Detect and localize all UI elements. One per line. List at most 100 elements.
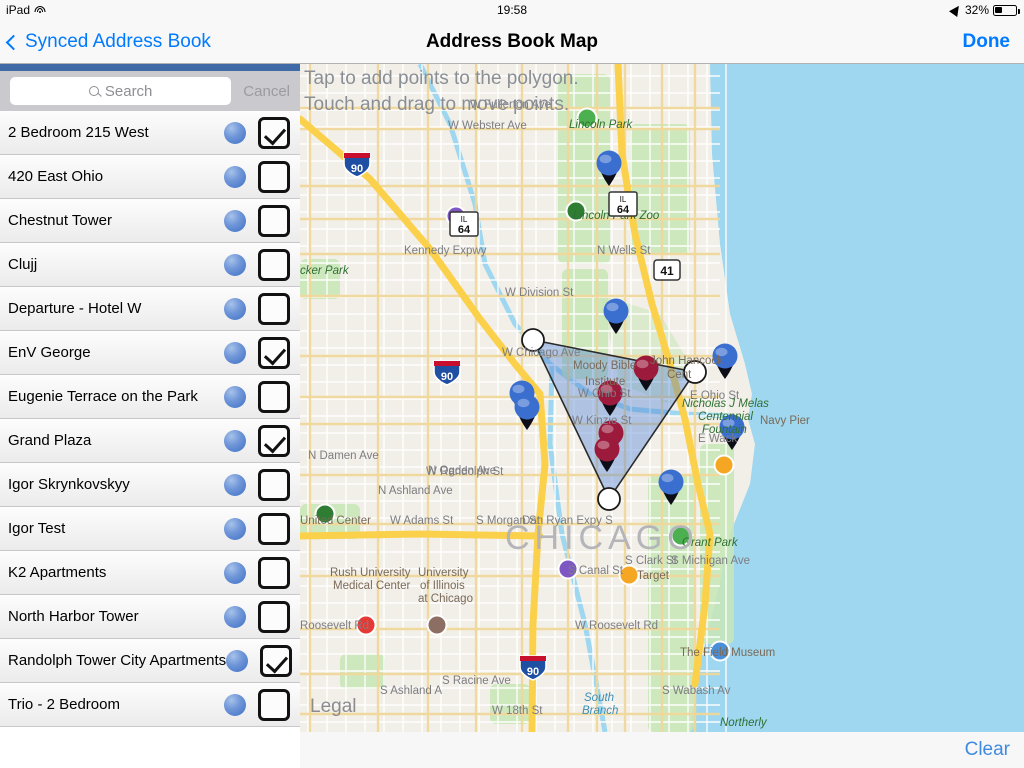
pin-color-dot — [224, 517, 246, 540]
status-bar-right: 32% — [949, 3, 1020, 17]
list-item-label: Igor Skrynkovskyy — [8, 476, 130, 493]
done-button[interactable]: Done — [963, 20, 1011, 64]
location-arrow-icon — [949, 3, 963, 17]
map-label: Target — [637, 570, 670, 582]
map-view[interactable]: W Fullerton Ave W Webster Ave Lincoln Park… — [300, 64, 1024, 732]
pin-color-dot — [224, 253, 246, 276]
list-item-label: EnV George — [8, 344, 91, 361]
pin-color-dot — [224, 209, 246, 232]
map-label: W Adams St — [390, 515, 454, 527]
list-item[interactable]: North Harbor Tower — [0, 595, 300, 639]
clear-button[interactable]: Clear — [965, 732, 1010, 768]
list-item[interactable]: EnV George — [0, 331, 300, 375]
list-item[interactable]: 420 East Ohio — [0, 155, 300, 199]
map-label: Branch — [582, 705, 618, 717]
list-item-checkbox[interactable] — [258, 116, 290, 149]
sidebar-accent-bar — [0, 64, 300, 71]
list-item-checkbox[interactable] — [258, 204, 290, 237]
list-item-checkbox[interactable] — [258, 424, 290, 457]
map-label: John Hancock — [650, 355, 723, 367]
list-item-checkbox[interactable] — [258, 292, 290, 325]
map-label: S Racine Ave — [442, 675, 511, 687]
list-item[interactable]: 2 Bedroom 215 West — [0, 111, 300, 155]
list-item[interactable]: Departure - Hotel W — [0, 287, 300, 331]
map-label: W Fullerton Ave — [470, 99, 551, 111]
list-item-label: Chestnut Tower — [8, 212, 112, 229]
pin-color-dot — [224, 385, 246, 408]
list-item-checkbox[interactable] — [258, 380, 290, 413]
polygon-vertex-handle[interactable] — [597, 487, 621, 511]
list-item-checkbox[interactable] — [258, 512, 290, 545]
pin-color-dot — [224, 605, 246, 628]
map-label: cker Park — [300, 265, 350, 277]
list-item[interactable]: Grand Plaza — [0, 419, 300, 463]
list-item-label: 2 Bedroom 215 West — [8, 124, 149, 141]
list-item-checkbox[interactable] — [258, 556, 290, 589]
list-item[interactable]: Trio - 2 Bedroom — [0, 683, 300, 727]
map-city-label: CHICAGO — [505, 519, 699, 557]
list-item[interactable]: Chestnut Tower — [0, 199, 300, 243]
list-item[interactable]: Randolph Tower City Apartments — [0, 639, 300, 683]
list-item-checkbox[interactable] — [258, 336, 290, 369]
route-shield-64: IL64 — [449, 211, 479, 237]
map-label: N Damen Ave — [308, 450, 379, 462]
list-item[interactable]: Eugenie Terrace on the Park — [0, 375, 300, 419]
list-item[interactable]: Clujj — [0, 243, 300, 287]
list-item-label: Trio - 2 Bedroom — [8, 696, 120, 713]
map-label: W Division St — [505, 287, 574, 299]
address-book-sidebar: Search Cancel 2 Bedroom 215 West 420 East… — [0, 64, 300, 768]
map-label: Medical Center — [333, 580, 411, 592]
list-item-label: Igor Test — [8, 520, 66, 537]
list-item-checkbox[interactable] — [258, 600, 290, 633]
map-label: Nicholas J Melas — [682, 398, 769, 410]
list-item[interactable]: Igor Test — [0, 507, 300, 551]
map-label: University — [418, 567, 469, 579]
map-label: Centennial — [698, 411, 753, 423]
pin-color-dot — [224, 473, 246, 496]
map-label: W Randolph St — [426, 466, 504, 478]
map-label: The Field Museum — [680, 647, 775, 659]
pin-color-dot — [226, 649, 249, 672]
map-label: South — [584, 692, 614, 704]
search-placeholder: Search — [104, 82, 153, 100]
map-label: Rush University — [330, 567, 411, 579]
list-item-label: K2 Apartments — [8, 564, 107, 581]
map-label: Institute — [585, 376, 625, 388]
address-list: 2 Bedroom 215 West 420 East Ohio Chestnut … — [0, 111, 300, 727]
list-item[interactable]: K2 Apartments — [0, 551, 300, 595]
list-item-label: Eugenie Terrace on the Park — [8, 388, 198, 405]
svg-text:64: 64 — [617, 204, 630, 216]
map-label: W 18th St — [492, 705, 543, 717]
svg-text:90: 90 — [441, 371, 453, 383]
list-item-checkbox[interactable] — [258, 688, 290, 721]
pin-color-dot — [224, 121, 246, 144]
map-label: Cent — [667, 369, 692, 381]
map-label: N Ashland Ave — [378, 485, 453, 497]
svg-text:IL: IL — [620, 195, 627, 204]
status-bar-time: 19:58 — [496, 3, 528, 17]
svg-text:90: 90 — [351, 163, 363, 175]
pin-color-dot — [224, 693, 246, 716]
list-item-checkbox[interactable] — [260, 644, 293, 677]
list-item-label: Randolph Tower City Apartments — [8, 652, 227, 669]
svg-text:90: 90 — [527, 666, 539, 678]
map-label: United Center — [300, 515, 371, 527]
list-item-checkbox[interactable] — [258, 468, 290, 501]
sidebar-footer — [0, 732, 300, 768]
map-label: S Ashland A — [380, 685, 442, 697]
list-item-label: North Harbor Tower — [8, 608, 139, 625]
status-bar: iPad 19:58 32% — [0, 0, 1024, 20]
map-label: W Webster Ave — [448, 120, 527, 132]
navigation-bar: Synced Address Book Address Book Map Don… — [0, 20, 1024, 64]
map-legal-label[interactable]: Legal — [310, 696, 357, 717]
list-item-label: 420 East Ohio — [8, 168, 104, 185]
battery-percent-label: 32% — [964, 3, 989, 17]
list-item-checkbox[interactable] — [258, 160, 290, 193]
cancel-button[interactable]: Cancel — [237, 83, 296, 100]
route-shield-64: IL64 — [608, 191, 638, 217]
pin-color-dot — [224, 341, 246, 364]
list-item[interactable]: Igor Skrynkovskyy — [0, 463, 300, 507]
search-input[interactable]: Search — [10, 77, 232, 105]
svg-text:IL: IL — [461, 215, 468, 224]
list-item-checkbox[interactable] — [258, 248, 290, 281]
